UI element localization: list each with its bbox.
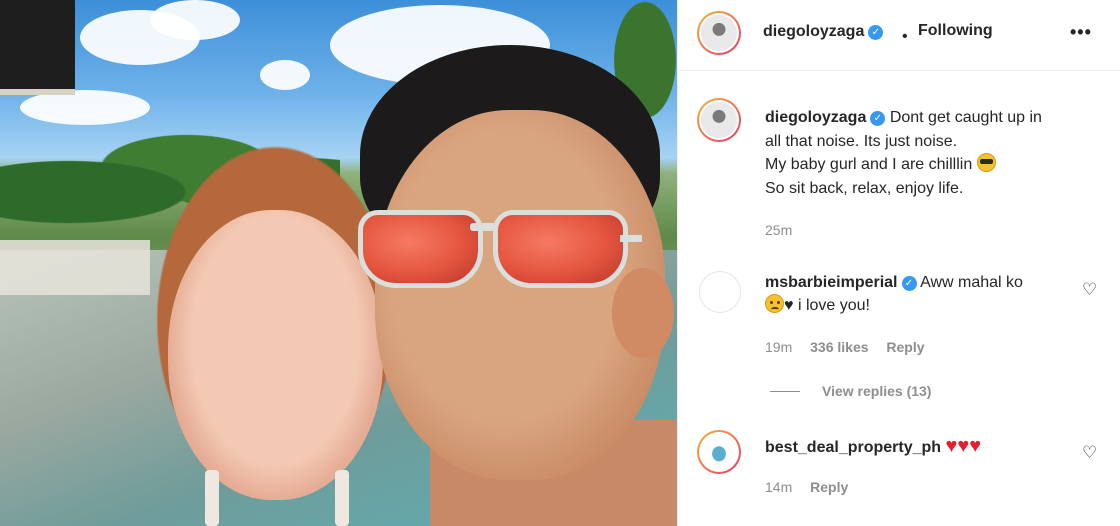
more-options-icon[interactable]: ••• <box>1070 22 1092 43</box>
comment-msbarbieimperial: msbarbieimperial ✓ Aww mahal ko ♥ i love … <box>765 271 1065 317</box>
comment-time[interactable]: 19m <box>765 339 792 355</box>
cloud-graphic <box>260 60 310 90</box>
comment-meta: 19m 336 likes Reply <box>765 339 939 355</box>
comment-username[interactable]: best_deal_property_ph <box>765 439 941 456</box>
cloud-graphic <box>150 0 240 40</box>
lens-right <box>493 210 628 288</box>
post-caption: diegoloyzaga ✓ Dont get caught up in all … <box>765 106 1095 200</box>
like-comment-heart-icon[interactable]: ♡ <box>1082 280 1097 300</box>
roof-graphic <box>0 0 75 95</box>
comment-time[interactable]: 14m <box>765 479 792 495</box>
sunglasses-graphic <box>358 205 642 305</box>
caption-line-2: all that noise. Its just noise. <box>765 132 958 150</box>
caption-line-1: Dont get caught up in <box>889 109 1042 126</box>
comment-text-line2: i love you! <box>797 297 870 314</box>
caption-time[interactable]: 25m <box>765 222 806 238</box>
comment-username[interactable]: msbarbieimperial <box>765 274 898 291</box>
like-comment-heart-icon[interactable]: ♡ <box>1082 443 1097 463</box>
verified-badge-icon: ✓ <box>870 111 886 126</box>
pleading-face-emoji-icon <box>765 294 784 313</box>
commenter-avatar[interactable] <box>699 271 741 313</box>
reply-button[interactable]: Reply <box>810 479 848 495</box>
caption-line-3: My baby gurl and I are chilllin <box>765 156 973 173</box>
girl-face-graphic <box>168 210 383 500</box>
caption-author-avatar[interactable] <box>697 98 741 142</box>
glasses-temple <box>620 235 642 242</box>
post-photo[interactable] <box>0 0 677 526</box>
verified-badge-icon: ✓ <box>901 276 917 291</box>
comment-best-deal-property-ph: best_deal_property_ph ♥♥♥ <box>765 435 1085 459</box>
commenter-avatar[interactable] <box>697 430 741 474</box>
comment-meta: 14m Reply <box>765 479 862 495</box>
caption-line-4: So sit back, relax, enjoy life. <box>765 179 964 197</box>
black-heart-emoji-icon: ♥ <box>784 297 794 314</box>
verified-badge-icon: ✓ <box>868 25 884 40</box>
author-username[interactable]: diegoloyzaga ✓ <box>763 23 884 41</box>
strap-graphic <box>335 470 349 526</box>
red-heart-emoji-icon: ♥ <box>945 435 958 457</box>
post-header <box>678 0 1120 71</box>
author-username-text[interactable]: diegoloyzaga <box>763 23 864 40</box>
comment-likes[interactable]: 336 likes <box>810 339 868 355</box>
red-heart-emoji-icon: ♥ <box>969 435 982 457</box>
reply-button[interactable]: Reply <box>886 339 924 355</box>
author-avatar[interactable] <box>697 11 741 55</box>
strap-graphic <box>205 470 219 526</box>
view-replies-line <box>770 391 800 392</box>
lens-left <box>358 210 483 288</box>
separator-dot: • <box>902 28 908 45</box>
comment-text-line1: Aww mahal ko <box>920 274 1023 291</box>
sunglasses-emoji-icon <box>976 153 996 172</box>
following-button[interactable]: Following <box>918 22 993 40</box>
caption-username[interactable]: diegoloyzaga <box>765 109 866 126</box>
caption-time-text[interactable]: 25m <box>765 222 792 238</box>
view-replies-button[interactable]: View replies (13) <box>822 383 931 399</box>
red-heart-emoji-icon: ♥ <box>957 435 970 457</box>
